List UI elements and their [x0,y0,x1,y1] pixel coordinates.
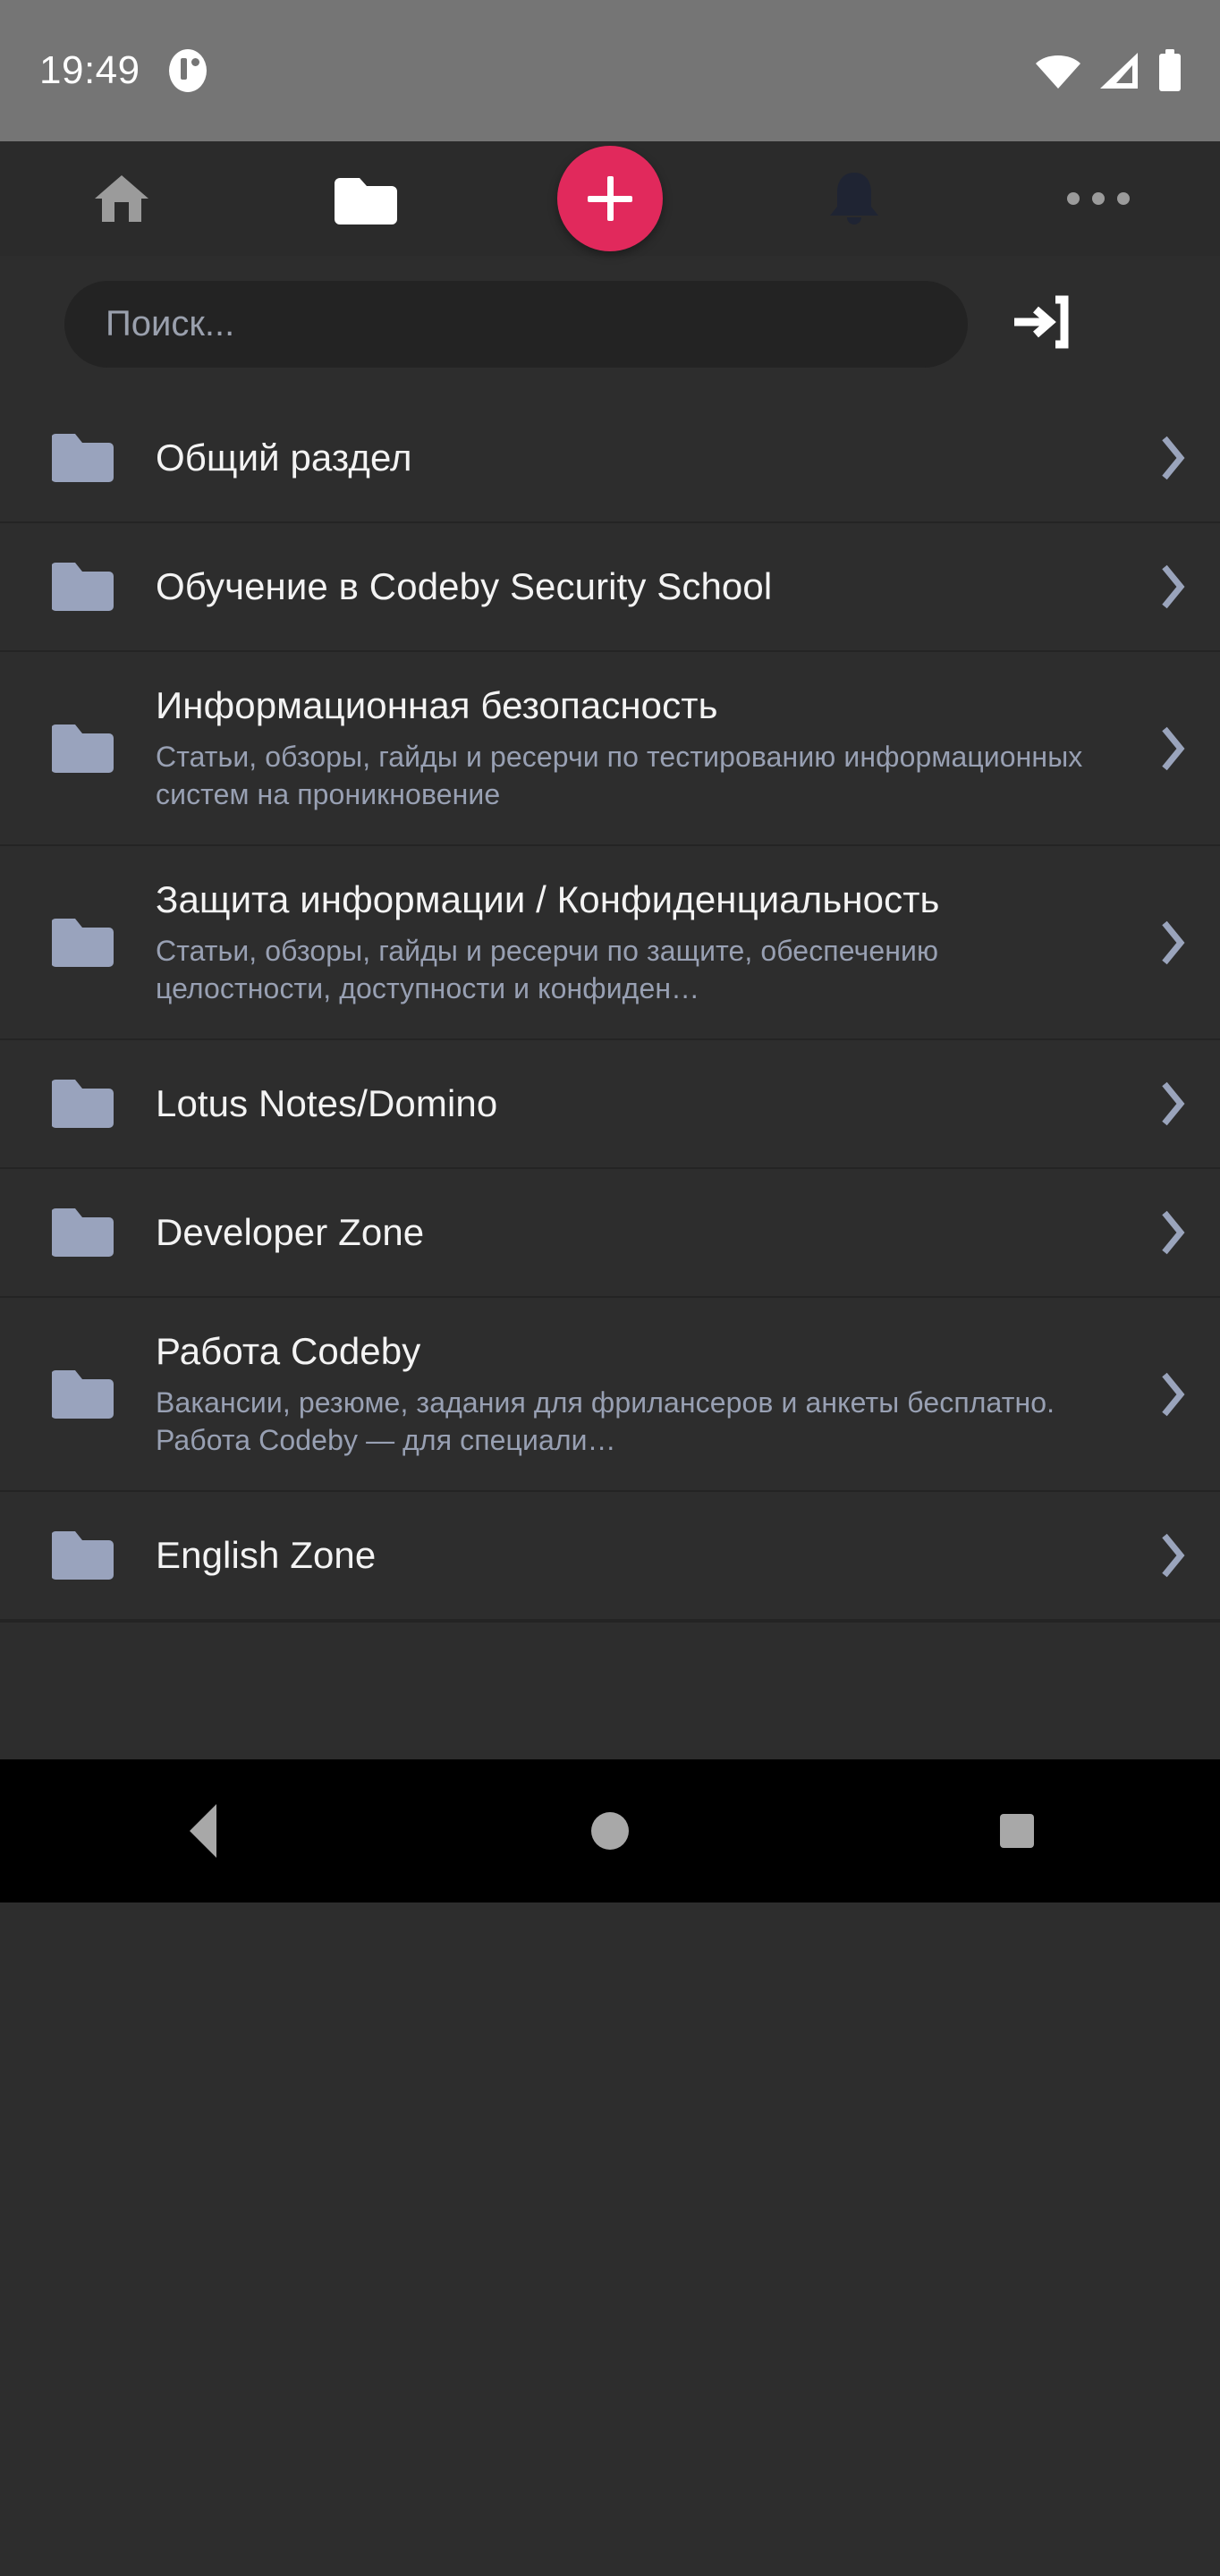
list-item-title: English Zone [156,1533,377,1576]
recents-square-icon [999,1814,1034,1848]
folder-icon [52,559,145,614]
list-item[interactable]: Lotus Notes/Domino [0,1040,1220,1169]
list-item-body: Защита информации / Конфиденциальность С… [145,877,1140,1008]
folder-icon [52,915,145,970]
folder-icon [52,430,145,486]
status-clock: 19:49 [39,48,140,92]
tab-alerts[interactable] [732,141,976,256]
chevron-right-icon [1140,433,1188,483]
chevron-right-icon [1140,1369,1188,1419]
phone-screen: 19:49 Поиск... Общий раздел Обучение в C… [0,0,1220,2576]
folder-icon [335,173,398,225]
nav-recents-button[interactable] [813,1814,1220,1848]
chevron-right-icon [1140,1208,1188,1258]
list-item-title: Работа Codeby [156,1330,421,1372]
folder-icon [52,721,145,776]
list-item-body: Developer Zone [145,1209,1140,1257]
battery-icon [1157,49,1182,92]
list-item[interactable]: Обучение в Codeby Security School [0,523,1220,652]
status-bar-right [1034,49,1182,92]
home-circle-icon [591,1812,629,1850]
forum-list: Общий раздел Обучение в Codeby Security … [0,394,1220,1621]
bell-icon [826,169,882,228]
list-item-body: English Zone [145,1532,1140,1580]
list-item-body: Lotus Notes/Domino [145,1080,1140,1128]
cellular-signal-icon [1098,51,1141,90]
login-icon [1009,292,1072,356]
chevron-right-icon [1140,1530,1188,1580]
chevron-right-icon [1140,724,1188,774]
list-item-body: Информационная безопасность Статьи, обзо… [145,682,1140,814]
list-item-title: Информационная безопасность [156,684,718,726]
status-bar: 19:49 [0,0,1220,141]
tab-home[interactable] [0,141,244,256]
list-item[interactable]: English Zone [0,1492,1220,1621]
list-item[interactable]: Работа Codeby Вакансии, резюме, задания … [0,1298,1220,1492]
list-item[interactable]: Общий раздел [0,394,1220,523]
list-item-title: Lotus Notes/Domino [156,1081,498,1124]
list-item-title: Developer Zone [156,1210,425,1253]
folder-icon [52,1076,145,1131]
nav-home-button[interactable] [407,1812,814,1850]
app-toolbar [0,141,1220,256]
plus-icon-vertical [606,176,614,221]
list-item[interactable]: Информационная безопасность Статьи, обзо… [0,652,1220,846]
folder-icon [52,1205,145,1260]
notification-app-icon [168,49,207,92]
folder-icon [52,1367,145,1422]
list-bottom-filler [0,1621,1220,1759]
home-icon [93,172,150,225]
create-thread-fab[interactable] [557,146,663,251]
chevron-right-icon [1140,918,1188,968]
nav-back-button[interactable] [0,1804,407,1858]
wifi-icon [1034,51,1082,90]
list-item-description: Статьи, обзоры, гайды и ресерчи по тести… [156,740,1083,811]
more-icon [1066,192,1130,205]
search-box[interactable] [64,281,968,368]
list-item-title: Защита информации / Конфиденциальность [156,878,940,920]
back-triangle-icon [190,1804,217,1858]
search-input[interactable] [106,304,927,344]
list-item-description: Вакансии, резюме, задания для фрилансеро… [156,1385,1055,1457]
list-item-title: Обучение в Codeby Security School [156,564,773,607]
list-item-description: Статьи, обзоры, гайды и ресерчи по защит… [156,934,939,1005]
list-item-body: Работа Codeby Вакансии, резюме, задания … [145,1328,1140,1460]
search-row [0,256,1220,394]
tab-more[interactable] [976,141,1220,256]
list-item-body: Общий раздел [145,435,1140,482]
chevron-right-icon [1140,1079,1188,1129]
folder-icon [52,1528,145,1583]
list-item-title: Общий раздел [156,436,412,479]
status-bar-left: 19:49 [39,49,207,92]
tab-forums[interactable] [244,141,488,256]
login-button[interactable] [1002,286,1079,363]
chevron-right-icon [1140,562,1188,612]
list-item[interactable]: Developer Zone [0,1169,1220,1298]
android-nav-bar [0,1759,1220,1902]
list-item-body: Обучение в Codeby Security School [145,564,1140,611]
list-item[interactable]: Защита информации / Конфиденциальность С… [0,846,1220,1040]
